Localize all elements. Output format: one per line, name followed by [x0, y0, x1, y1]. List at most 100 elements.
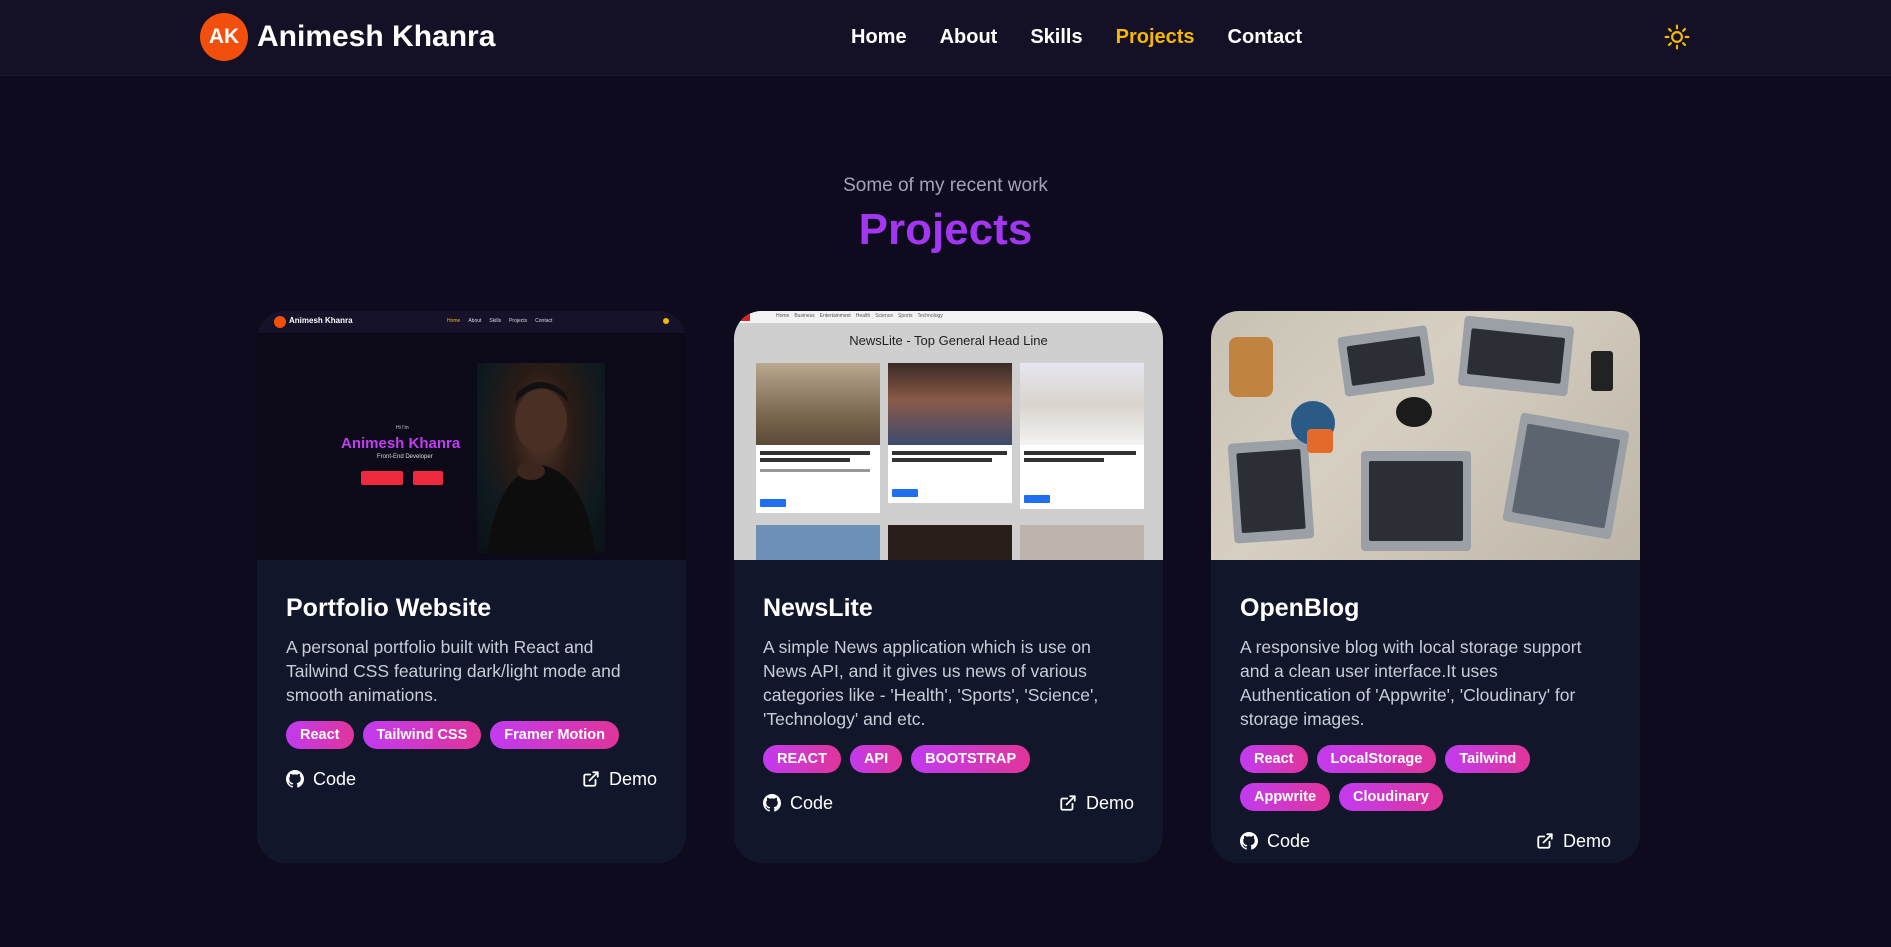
thumb-nav-item: Entertainment [819, 313, 851, 319]
thumb-nav-item: Projects [509, 318, 528, 324]
tech-tag: React [1240, 745, 1308, 773]
card-links: Code Demo [763, 790, 1134, 816]
nav-home[interactable]: Home [851, 26, 907, 49]
project-thumbnail[interactable] [1211, 311, 1640, 560]
demo-link[interactable]: Demo [582, 769, 657, 790]
project-title[interactable]: Portfolio Website [286, 591, 657, 625]
github-icon [1240, 832, 1258, 850]
external-link-icon [1060, 795, 1076, 811]
card-body: OpenBlog A responsive blog with local st… [1240, 591, 1611, 854]
demo-label: Demo [1085, 792, 1134, 813]
tag-list: REACT API BOOTSTRAP [763, 745, 1134, 773]
thumb-news-card [1020, 525, 1144, 560]
project-thumbnail[interactable]: Animesh Khanra Home About Skills Project… [257, 311, 686, 560]
project-description: A simple News application which is use o… [763, 637, 1099, 729]
brand-name[interactable]: Animesh Khanra [257, 20, 495, 54]
demo-link[interactable]: Demo [1536, 831, 1611, 852]
thumb-hero-title: Animesh Khanra [341, 435, 461, 452]
newslite-screenshot: Home Business Entertainment Health Scien… [734, 311, 1163, 560]
thumb-nav-item: Science [875, 313, 894, 319]
project-description: A personal portfolio built with React an… [286, 637, 621, 705]
nav-about[interactable]: About [940, 26, 998, 49]
tech-tag: API [849, 745, 903, 773]
thumb-text-line [760, 469, 870, 472]
thumb-nav-item: Business [794, 313, 815, 319]
thumb-read-more [1024, 495, 1050, 503]
thumb-hero-role: Front-End Developer [377, 454, 433, 460]
thumb-text-line [760, 451, 870, 455]
nav-contact[interactable]: Contact [1228, 26, 1302, 49]
thumb-news-card [756, 363, 880, 513]
project-description: A responsive blog with local storage sup… [1240, 637, 1582, 729]
thumb-logo [734, 313, 750, 321]
card-body: Portfolio Website A personal portfolio b… [286, 591, 657, 792]
brand[interactable]: AK Animesh Khanra [200, 13, 495, 61]
tag-list: React Tailwind CSS Framer Motion [286, 721, 657, 749]
tech-tag: React [286, 721, 354, 749]
thumb-laptop [1227, 438, 1315, 544]
tech-tag: Framer Motion [490, 721, 619, 749]
thumb-laptop [1502, 412, 1630, 540]
thumb-news-card [1020, 363, 1144, 509]
nav-skills[interactable]: Skills [1030, 26, 1082, 49]
code-link[interactable]: Code [286, 769, 356, 790]
navbar: AK Animesh Khanra Home About Skills Proj… [0, 0, 1891, 76]
project-card-newslite: Home Business Entertainment Health Scien… [734, 311, 1163, 863]
portfolio-screenshot: Animesh Khanra Home About Skills Project… [257, 311, 686, 560]
thumb-nav-item: Technology [917, 313, 943, 319]
code-link[interactable]: Code [763, 793, 833, 814]
code-label: Code [1267, 830, 1311, 851]
thumb-news-card [888, 363, 1012, 503]
thumb-nav-item: About [468, 318, 482, 324]
thumb-sun-icon [663, 318, 669, 324]
project-card-openblog: OpenBlog A responsive blog with local st… [1211, 311, 1640, 863]
thumb-nav-item: Contact [535, 318, 553, 324]
thumb-text-line [1024, 451, 1136, 455]
project-title[interactable]: OpenBlog [1240, 591, 1611, 625]
thumb-portrait-photo [477, 363, 605, 553]
card-links: Code Demo [1240, 828, 1611, 854]
thumb-laptop [1361, 451, 1471, 551]
thumb-text-line [1024, 458, 1104, 462]
thumb-brand: Animesh Khanra [289, 316, 353, 325]
thumb-nav-item: Health [855, 313, 871, 319]
card-body: NewsLite A simple News application which… [763, 591, 1134, 816]
tech-tag: Tailwind CSS [362, 721, 482, 749]
theme-toggle-button[interactable] [1664, 24, 1690, 50]
logo-badge[interactable]: AK [200, 13, 248, 61]
thumb-laptop [1457, 315, 1575, 397]
tech-tag: LocalStorage [1316, 745, 1437, 773]
thumb-logo [274, 316, 286, 328]
openblog-photo [1211, 311, 1640, 560]
tag-list: React LocalStorage Tailwind Appwrite Clo… [1240, 745, 1611, 811]
portrait-silhouette [487, 382, 595, 553]
github-icon [763, 794, 781, 812]
github-icon [286, 770, 304, 788]
tech-tag: REACT [763, 745, 841, 773]
thumb-hi: Hi I'm [396, 425, 409, 431]
tech-tag: BOOTSTRAP [911, 745, 1031, 773]
thumb-news-image [756, 363, 880, 445]
project-thumbnail[interactable]: Home Business Entertainment Health Scien… [734, 311, 1163, 560]
section-title: Projects [858, 205, 1033, 254]
project-title[interactable]: NewsLite [763, 591, 1134, 625]
thumb-heading: NewsLite - Top General Head Line [849, 333, 1048, 348]
project-card-portfolio: Animesh Khanra Home About Skills Project… [257, 311, 686, 863]
thumb-news-image [888, 363, 1012, 445]
thumb-button [413, 471, 443, 485]
tech-tag: Appwrite [1240, 783, 1331, 811]
nav-projects[interactable]: Projects [1116, 26, 1195, 49]
thumb-nav-item: Home [447, 318, 461, 324]
thumb-text-line [760, 458, 850, 462]
thumb-text-line [892, 451, 1007, 455]
code-link[interactable]: Code [1240, 831, 1310, 852]
demo-link[interactable]: Demo [1059, 793, 1134, 814]
thumb-news-card [888, 525, 1012, 560]
thumb-nav: Home Business Entertainment Health Scien… [776, 313, 943, 319]
sun-icon [1664, 24, 1690, 50]
external-link-icon [1537, 833, 1553, 849]
section-subtitle: Some of my recent work [843, 175, 1048, 196]
thumb-news-image [1020, 363, 1144, 445]
thumb-bread [1229, 337, 1273, 397]
thumb-news-card [756, 525, 880, 560]
